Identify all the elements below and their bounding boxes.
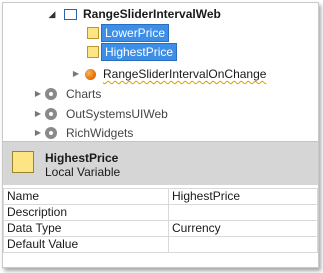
- properties-grid: Name HighestPrice Description Data Type …: [3, 188, 318, 253]
- collapsed-arrow-icon[interactable]: ▶: [33, 105, 43, 123]
- highest-price-label: HighestPrice: [101, 43, 178, 61]
- property-row-default-value: Default Value: [3, 236, 318, 253]
- properties-header: HighestPrice Local Variable: [3, 141, 318, 185]
- property-value-name[interactable]: HighestPrice: [168, 188, 318, 205]
- property-value-default-value[interactable]: [168, 236, 318, 253]
- local-variable-icon: [12, 151, 34, 173]
- tree-item-highest-price[interactable]: HighestPrice: [82, 43, 202, 61]
- property-label: Default Value: [3, 236, 169, 253]
- element-tree: ◢ RangeSliderIntervalWeb LowerPrice High…: [3, 3, 318, 141]
- collapsed-arrow-icon[interactable]: ▶: [33, 85, 43, 103]
- tree-item-lower-price[interactable]: LowerPrice: [82, 24, 202, 42]
- expanded-arrow-icon[interactable]: ◢: [47, 5, 57, 23]
- lower-price-label: LowerPrice: [101, 24, 170, 42]
- tree-item-web-block[interactable]: ◢ RangeSliderIntervalWeb: [47, 5, 307, 23]
- local-variable-icon: [87, 46, 99, 58]
- action-label: RangeSliderIntervalOnChange: [103, 67, 267, 81]
- property-row-description: Description: [3, 204, 318, 221]
- properties-subtitle: Local Variable: [45, 165, 121, 179]
- property-label: Description: [3, 204, 169, 221]
- client-action-icon: [85, 69, 96, 80]
- tree-item-action[interactable]: ▶ RangeSliderIntervalOnChange: [71, 65, 311, 83]
- property-value-data-type[interactable]: Currency: [168, 220, 318, 237]
- web-block-icon: [64, 9, 77, 20]
- module-icon: [45, 108, 57, 120]
- tree-item-module[interactable]: ▶ OutSystemsUIWeb: [33, 105, 233, 123]
- panel: ◢ RangeSliderIntervalWeb LowerPrice High…: [2, 2, 319, 268]
- web-block-label: RangeSliderIntervalWeb: [83, 7, 221, 21]
- property-label: Data Type: [3, 220, 169, 237]
- module-icon: [45, 88, 57, 100]
- module-label: OutSystemsUIWeb: [66, 107, 168, 121]
- collapsed-arrow-icon[interactable]: ▶: [33, 124, 43, 142]
- property-value-description[interactable]: [168, 204, 318, 221]
- module-icon: [45, 127, 57, 139]
- tree-item-module[interactable]: ▶ Charts: [33, 85, 233, 103]
- module-label: Charts: [66, 87, 102, 101]
- properties-title: HighestPrice: [45, 151, 119, 165]
- collapsed-arrow-icon[interactable]: ▶: [71, 65, 81, 83]
- property-row-name: Name HighestPrice: [3, 188, 318, 205]
- tree-item-module[interactable]: ▶ RichWidgets: [33, 124, 233, 142]
- property-label: Name: [3, 188, 169, 205]
- module-label: RichWidgets: [66, 126, 134, 140]
- local-variable-icon: [87, 27, 99, 39]
- property-row-data-type: Data Type Currency: [3, 220, 318, 237]
